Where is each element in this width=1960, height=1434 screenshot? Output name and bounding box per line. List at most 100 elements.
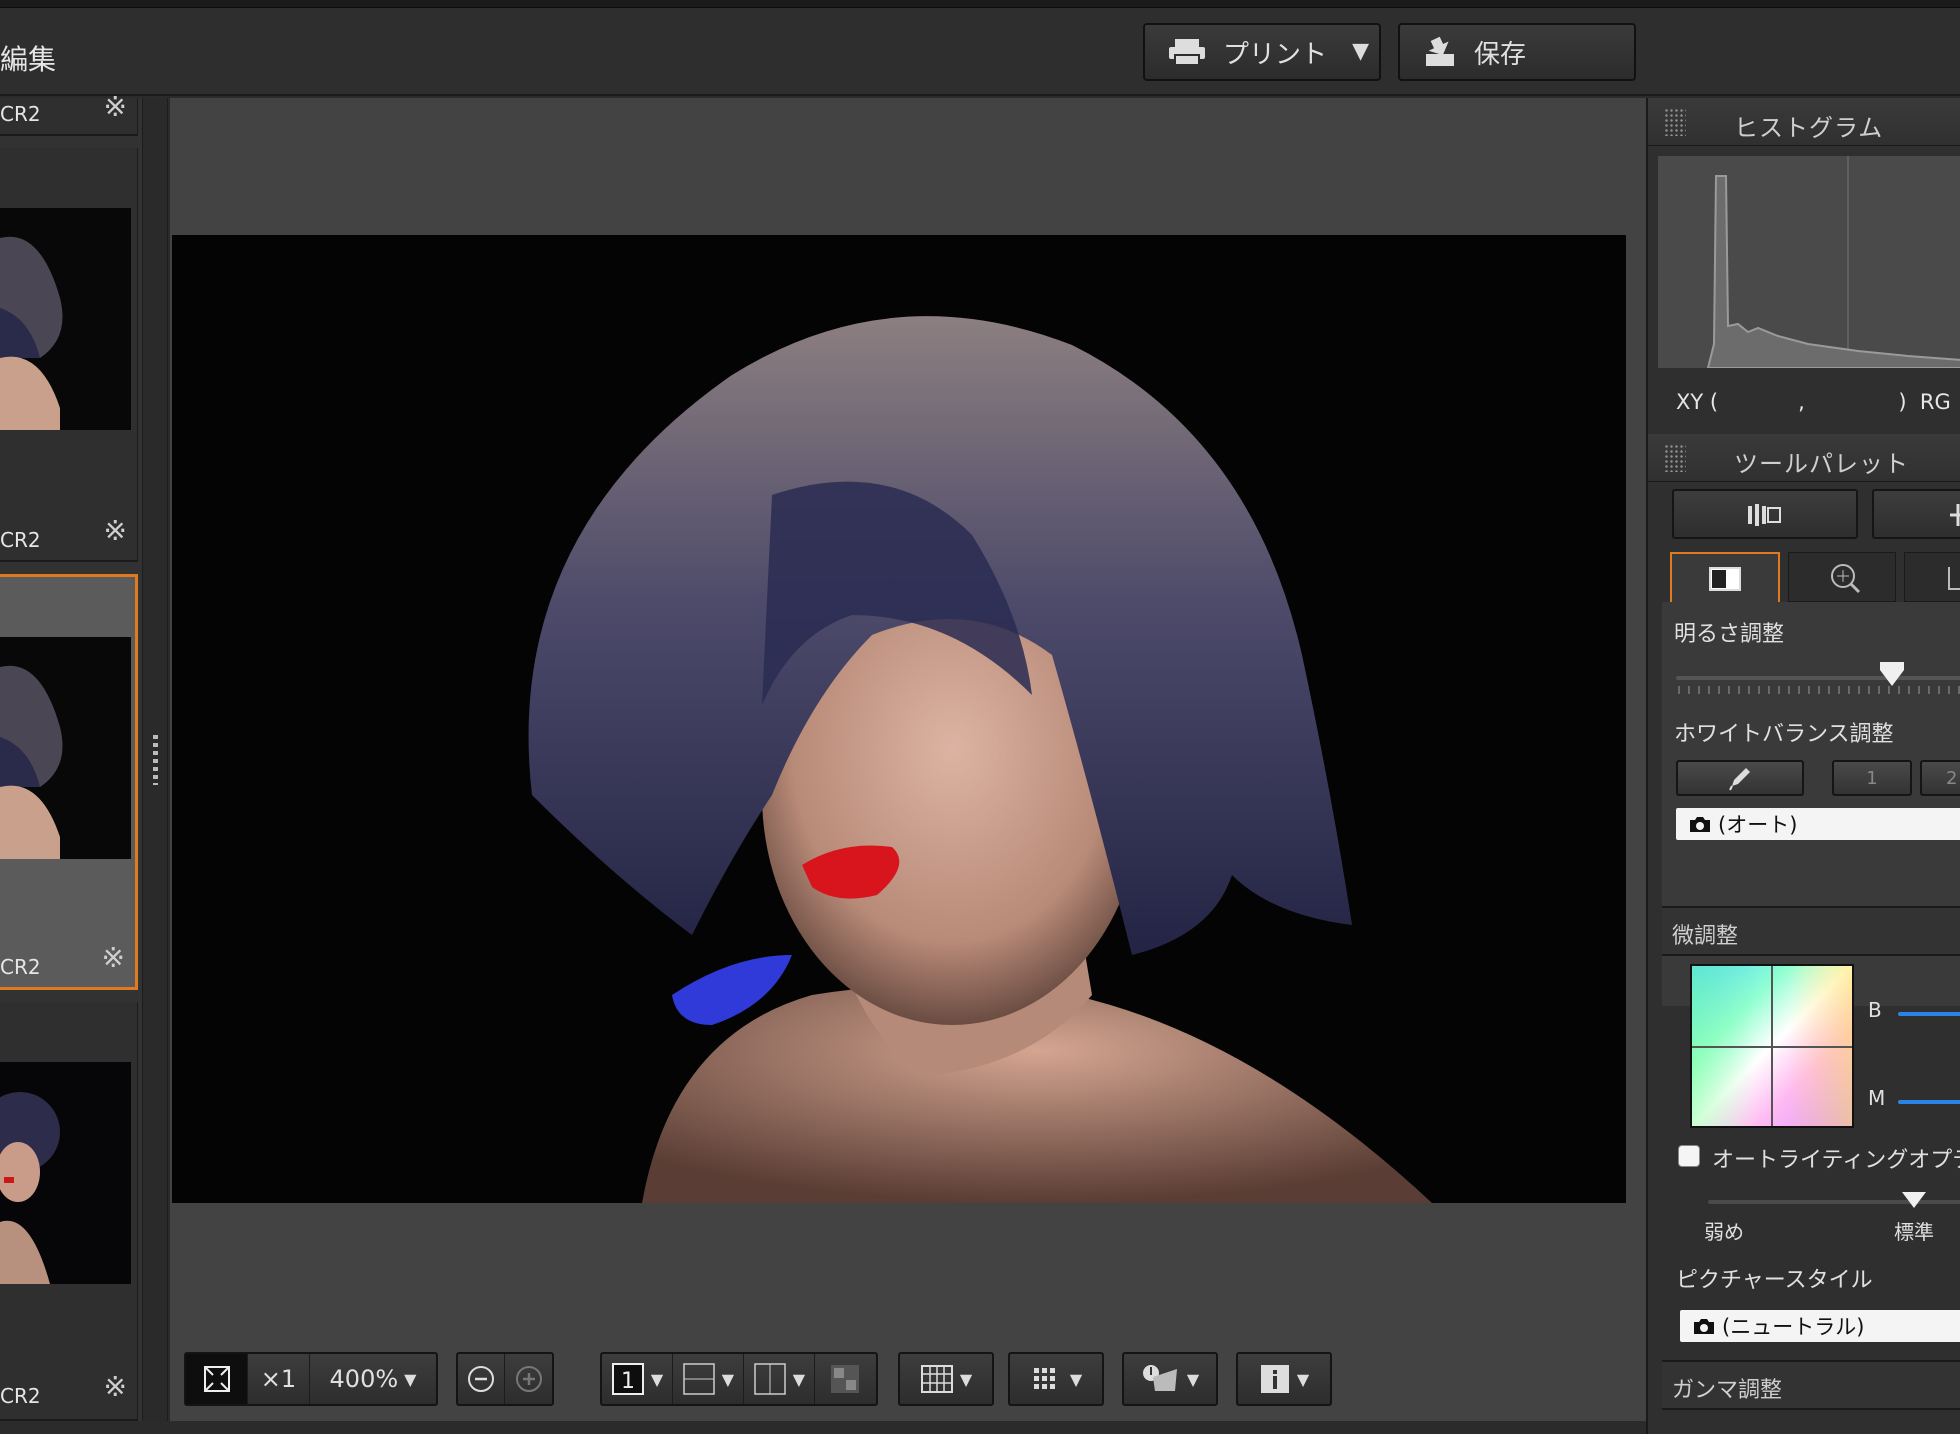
grid-group: ▼ [898,1352,994,1406]
film-item[interactable]: CR2 ※ [0,90,138,136]
print-button[interactable]: プリント ▼ [1143,23,1381,81]
film-item[interactable]: CR2 ※ [0,1002,138,1421]
print-label: プリント [1223,39,1328,70]
drag-grip-icon[interactable] [1664,108,1686,136]
tab-crop[interactable] [1904,552,1960,602]
fit-screen-icon [203,1366,230,1392]
histogram-graph [1658,156,1960,369]
scale-label: ×1 [260,1365,297,1393]
film-item-name: CR2 [0,528,41,552]
af-point-group: ▼ [1008,1352,1104,1406]
white-balance-picker-button[interactable] [1676,760,1804,796]
white-balance-select[interactable]: (オート) [1676,808,1960,840]
af-points-icon [1033,1368,1055,1389]
save-label: 保存 [1474,39,1527,70]
highlight-warning-group: ▼ [1122,1352,1218,1406]
film-item[interactable]: CR2 ※ [0,148,138,562]
auto-lighting-slider-thumb[interactable] [1902,1192,1926,1208]
grid-button[interactable]: ▼ [900,1354,992,1404]
app-title: 編集 [0,43,57,76]
film-item-selected[interactable]: CR2 ※ [0,574,138,990]
film-thumbnail [0,208,131,430]
chevron-down-icon: ▼ [959,1369,973,1389]
wb-register-button-2[interactable]: 2 [1920,760,1960,796]
split-view-icon [754,1363,786,1395]
zoom-select[interactable]: 400% ▼ [310,1354,436,1404]
auto-lighting-checkbox[interactable] [1678,1145,1700,1167]
zoom-level-value: 400% [329,1365,399,1393]
zoom-in-button[interactable] [505,1354,552,1404]
viewer-bottom-toolbar: ×1 400% ▼ 1 ▼ ▼ ▼ ▼ ▼ ▼ ▼ [170,1340,1646,1410]
film-item-name: CR2 [0,1384,41,1408]
picture-style-select[interactable]: (ニュートラル) [1680,1310,1960,1342]
film-item-name: CR2 [0,955,41,979]
film-item-name: CR2 [0,102,41,126]
tool-palette-button-1[interactable] [1672,489,1858,539]
histogram-header[interactable]: ヒストグラム [1648,98,1960,146]
histogram-title: ヒストグラム [1734,114,1884,142]
splitter-grip-icon[interactable] [153,735,158,785]
grid-icon [920,1365,953,1393]
zoom-in-icon [515,1366,542,1392]
highlight-warning-button[interactable]: ▼ [1124,1354,1216,1404]
color-wheel-pad[interactable] [1690,964,1854,1128]
white-balance-value: (オート) [1718,813,1798,837]
film-thumbnail [0,637,131,859]
eyedropper-icon [1729,768,1750,791]
single-view-button[interactable]: 1 ▼ [602,1354,673,1404]
brightness-ticks [1678,686,1960,694]
tool-palette-header[interactable]: ツールパレット [1648,434,1960,482]
wb-register-label-2: 2 [1946,767,1958,789]
info-icon [1260,1365,1289,1393]
window-top-edge [0,0,1960,8]
zoom-group: ×1 400% ▼ [184,1352,438,1406]
af-point-button[interactable]: ▼ [1010,1354,1102,1404]
zoom-step-group [456,1352,554,1406]
m-shift-slider[interactable] [1898,1100,1960,1104]
m-shift-label: M [1868,1086,1886,1110]
main-photo [172,235,1626,1203]
chevron-down-icon: ▼ [792,1369,806,1389]
raw-mark-icon: ※ [103,90,127,123]
fine-adjust-header[interactable]: 微調整 [1662,906,1960,956]
white-balance-label: ホワイトバランス調整 [1674,722,1894,747]
actual-size-button[interactable]: ×1 [248,1354,310,1404]
compare-view-button[interactable]: ▼ [673,1354,744,1404]
compare-view-icon [683,1363,715,1395]
zoom-out-button[interactable] [458,1354,506,1404]
tab-detail-adjust[interactable] [1788,552,1896,602]
svg-text:1: 1 [621,1369,635,1394]
split-view-button[interactable]: ▼ [744,1354,815,1404]
info-button[interactable]: ▼ [1238,1354,1330,1404]
raw-mark-icon: ※ [101,941,125,974]
save-button[interactable]: 保存 [1398,23,1636,81]
colorpad-v-axis [1771,966,1773,1126]
basic-adjust-icon [1709,567,1741,591]
save-icon [1426,36,1454,66]
fine-adjust-label: 微調整 [1672,924,1739,949]
brightness-slider-pointer[interactable] [1880,670,1904,686]
printer-icon [1169,39,1205,66]
picture-style-value: (ニュートラル) [1722,1315,1865,1339]
fit-to-window-button[interactable] [186,1354,248,1404]
brightness-slider[interactable] [1676,676,1960,680]
tool-palette-button-2[interactable] [1872,489,1960,539]
plus-icon [1950,504,1960,526]
chevron-down-icon: ▼ [1186,1369,1200,1389]
weak-label: 弱め [1704,1220,1744,1244]
gamma-adjust-header[interactable]: ガンマ調整 [1662,1360,1960,1410]
brightness-slider-thumb[interactable] [1880,662,1904,670]
magnify-grid-icon [1831,564,1861,594]
print-dropdown-arrow[interactable]: ▼ [1352,39,1369,64]
highlight-warning-icon [1142,1365,1177,1391]
wb-register-button-1[interactable]: 1 [1832,760,1912,796]
b-shift-slider[interactable] [1898,1012,1960,1016]
b-shift-label: B [1868,998,1882,1022]
multi-view-icon [831,1365,860,1393]
tool-palette-title: ツールパレット [1734,450,1909,478]
tone-adjust-icon [1748,504,1781,526]
tab-basic-adjust[interactable] [1670,552,1780,602]
multi-view-button[interactable] [815,1354,876,1404]
picture-style-label: ピクチャースタイル [1676,1268,1873,1293]
drag-grip-icon[interactable] [1664,444,1686,472]
